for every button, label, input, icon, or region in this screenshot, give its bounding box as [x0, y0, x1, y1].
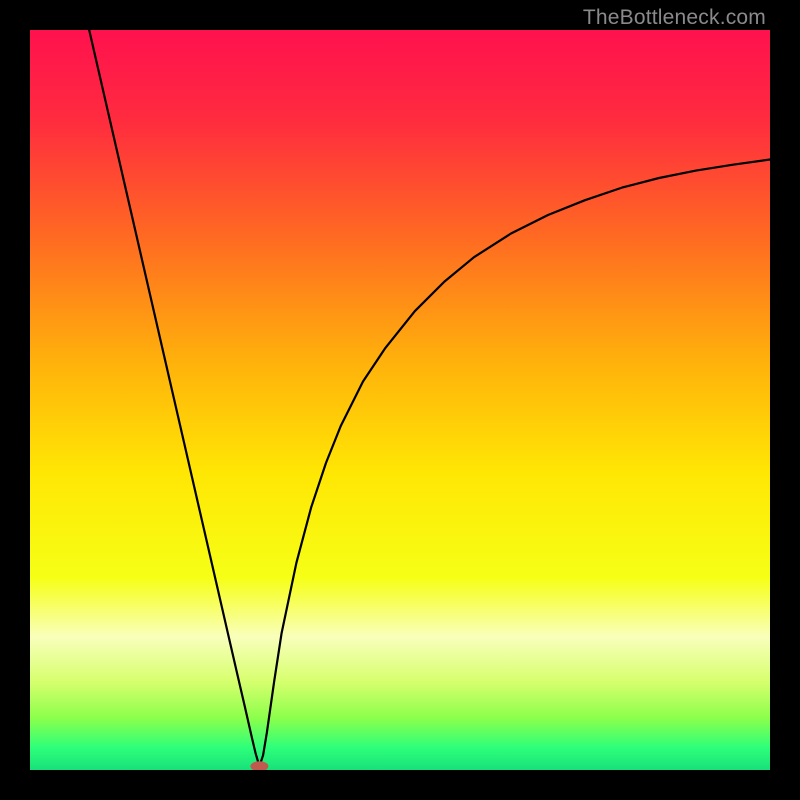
watermark-text: TheBottleneck.com — [583, 6, 766, 30]
chart-svg — [30, 30, 770, 770]
chart-frame — [30, 30, 770, 770]
gradient-background — [30, 30, 770, 770]
